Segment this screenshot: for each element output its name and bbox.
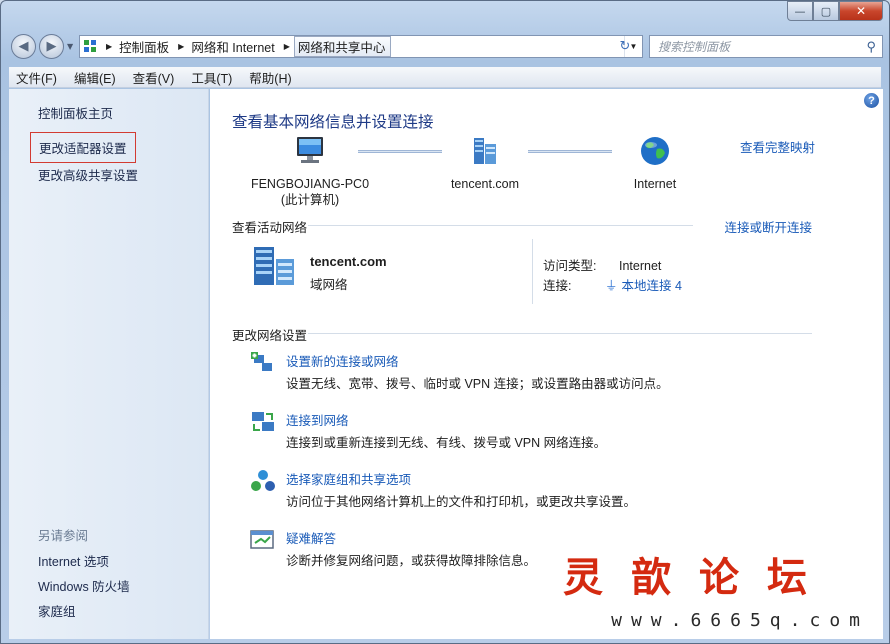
task-homegroup-sharing-link[interactable]: 选择家庭组和共享选项 (286, 469, 411, 488)
map-node-computer[interactable]: FENGBOJIANG-PC0 (此计算机) (250, 135, 370, 208)
domain-network-large-icon[interactable] (250, 245, 300, 289)
menu-edit[interactable]: 编辑(E) (67, 68, 123, 87)
network-name: tencent.com (310, 254, 387, 269)
node-computer-sub: (此计算机) (280, 193, 340, 207)
breadcrumb-separator-icon[interactable]: ▶ (106, 42, 112, 51)
menu-view[interactable]: 查看(V) (126, 68, 182, 87)
connection-row: 连接: ⏚ 本地连接 4 (543, 275, 682, 294)
close-button[interactable]: ✕ (839, 1, 883, 21)
sidebar-advanced-sharing-settings[interactable]: 更改高级共享设置 (38, 165, 138, 184)
network-type[interactable]: 域网络 (310, 274, 348, 293)
sidebar-change-adapter-settings[interactable]: 更改适配器设置 (30, 132, 136, 163)
task-troubleshoot-desc: 诊断并修复网络问题，或获得故障排除信息。 (286, 554, 537, 568)
breadcrumb-network-internet[interactable]: 网络和 Internet (188, 36, 279, 57)
task-connect-network-link[interactable]: 连接到网络 (286, 410, 349, 429)
address-bar[interactable]: ▶ 控制面板 ▶ 网络和 Internet ▶ 网络和共享中心 ▼ (79, 35, 643, 58)
change-settings-heading: 更改网络设置 (232, 329, 308, 343)
divider (308, 225, 693, 226)
sidebar: 控制面板主页 更改适配器设置 更改高级共享设置 另请参阅 Internet 选项… (9, 89, 209, 639)
forward-button[interactable]: ▶ (39, 34, 64, 59)
sidebar-control-panel-home[interactable]: 控制面板主页 (38, 103, 113, 122)
refresh-button[interactable]: ↻ (613, 35, 637, 58)
troubleshoot-icon (250, 530, 274, 549)
menu-file[interactable]: 文件(F) (9, 68, 64, 87)
sidebar-homegroup[interactable]: 家庭组 (38, 601, 76, 620)
menu-tools[interactable]: 工具(T) (184, 68, 239, 87)
ethernet-plug-icon: ⏚ (605, 279, 618, 293)
map-node-domain[interactable]: tencent.com (435, 135, 535, 192)
search-icon[interactable]: ⚲ (866, 39, 876, 55)
recent-pages-dropdown-icon[interactable]: ▼ (67, 42, 73, 51)
forward-arrow-icon: ▶ (46, 39, 57, 54)
breadcrumb-control-panel[interactable]: 控制面板 (116, 36, 174, 57)
access-type-label: 访问类型: (543, 259, 597, 273)
map-node-internet[interactable]: Internet (605, 135, 705, 192)
map-connector (528, 150, 612, 153)
computer-icon (297, 137, 323, 163)
navigation-bar: ◀ ▶ ▼ ▶ 控制面板 ▶ 网络和 Internet ▶ 网络和共享中心 ▼ … (9, 34, 883, 60)
access-type-row: 访问类型: Internet (543, 255, 661, 274)
node-computer-name: FENGBOJIANG-PC0 (250, 177, 370, 191)
maximize-button[interactable]: ▢ (813, 1, 839, 21)
breadcrumb-network-sharing-center[interactable]: 网络和共享中心 (293, 36, 392, 57)
sidebar-see-also-heading: 另请参阅 (38, 529, 89, 543)
breadcrumb-separator-icon[interactable]: ▶ (284, 42, 290, 51)
local-connection-link[interactable]: 本地连接 4 (622, 279, 682, 293)
menu-bar: 文件(F) 编辑(E) 查看(V) 工具(T) 帮助(H) (9, 67, 881, 88)
see-full-map-link[interactable]: 查看完整映射 (740, 137, 815, 156)
node-internet-name: Internet (633, 177, 677, 191)
watermark-title: 灵歆论坛 (563, 554, 835, 601)
domain-network-icon (474, 138, 496, 164)
control-panel-icon (84, 39, 98, 54)
connect-disconnect-link[interactable]: 连接或断开连接 (724, 217, 812, 236)
watermark-url: www.6665q.com (611, 610, 869, 631)
globe-icon (641, 137, 669, 165)
back-button[interactable]: ◀ (11, 34, 36, 59)
active-networks-heading: 查看活动网络 (232, 221, 308, 235)
page-title: 查看基本网络信息并设置连接 (232, 114, 434, 131)
menu-help[interactable]: 帮助(H) (242, 68, 298, 87)
task-connect-network-desc: 连接到或重新连接到无线、有线、拨号或 VPN 网络连接。 (286, 436, 607, 450)
sidebar-windows-firewall[interactable]: Windows 防火墙 (38, 576, 130, 595)
search-input[interactable]: 搜索控制面板 ⚲ (649, 35, 883, 58)
node-domain-name: tencent.com (450, 177, 520, 191)
task-setup-connection-link[interactable]: 设置新的连接或网络 (286, 351, 399, 370)
access-type-value: Internet (619, 259, 662, 273)
minimize-button[interactable]: — (787, 1, 813, 21)
help-icon[interactable]: ? (864, 93, 879, 108)
refresh-icon: ↻ (619, 39, 631, 54)
setup-connection-icon (251, 352, 272, 371)
search-placeholder: 搜索控制面板 (658, 40, 731, 54)
divider (308, 333, 812, 334)
breadcrumb-separator-icon[interactable]: ▶ (178, 42, 184, 51)
back-arrow-icon: ◀ (18, 39, 29, 54)
sidebar-internet-options[interactable]: Internet 选项 (38, 551, 109, 570)
divider (532, 239, 533, 304)
task-troubleshoot-link[interactable]: 疑难解答 (286, 528, 336, 547)
caption-buttons: — ▢ ✕ (787, 1, 883, 21)
connect-network-icon (252, 412, 274, 431)
task-homegroup-sharing-desc: 访问位于其他网络计算机上的文件和打印机，或更改共享设置。 (286, 495, 637, 509)
map-connector (358, 150, 442, 153)
window-frame: — ▢ ✕ ◀ ▶ ▼ ▶ 控制面板 ▶ 网络和 Internet ▶ 网络和共… (0, 0, 890, 644)
homegroup-icon (251, 470, 275, 491)
task-setup-connection-desc: 设置无线、宽带、拨号、临时或 VPN 连接；或设置路由器或访问点。 (286, 377, 669, 391)
